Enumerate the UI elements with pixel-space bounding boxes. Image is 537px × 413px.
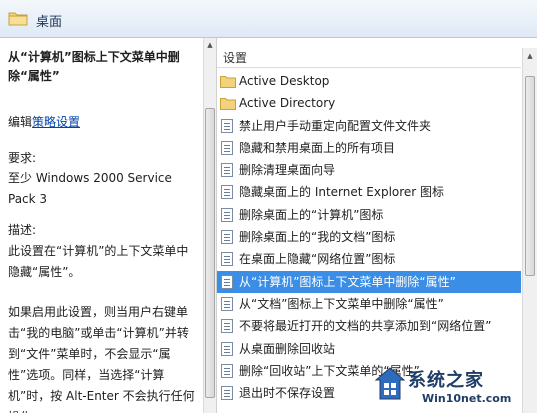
- description-detail: 如果启用此设置，则当用户右键单击“我的电脑”或单击“计算机”并转到“文件”菜单时…: [8, 305, 195, 413]
- folder-icon: [220, 76, 236, 88]
- policy-setting-icon: [221, 319, 233, 334]
- description-label: 描述:: [8, 223, 37, 237]
- edit-prefix: 编辑: [8, 115, 33, 129]
- edit-line: 编辑策略设置: [8, 113, 80, 130]
- list-item[interactable]: 从桌面删除回收站: [217, 338, 521, 360]
- list-item-selected[interactable]: 从“计算机”图标上下文菜单中删除“属性”: [217, 270, 521, 293]
- list-item[interactable]: 删除桌面上的“计算机”图标: [217, 204, 521, 226]
- scrollbar-thumb[interactable]: [525, 76, 535, 276]
- list-item[interactable]: 隐藏和禁用桌面上的所有项目: [217, 137, 521, 159]
- list-item-label: 从“计算机”图标上下文菜单中删除“属性”: [239, 274, 456, 289]
- folder-icon: [8, 12, 28, 26]
- list-item-label: 删除清理桌面向导: [239, 163, 336, 178]
- policy-setting-icon: [221, 341, 233, 356]
- policy-setting-icon: [221, 230, 233, 245]
- list-item-label: 隐藏和禁用桌面上的所有项目: [239, 140, 396, 155]
- list-item[interactable]: Active Desktop: [217, 70, 521, 92]
- list-item[interactable]: 删除清理桌面向导: [217, 159, 521, 181]
- watermark: 系统之家 Win10net.com: [370, 360, 537, 413]
- list-item[interactable]: 不要将最近打开的文档的共享添加到“网络位置”: [217, 315, 521, 337]
- list-item-label: 不要将最近打开的文档的共享添加到“网络位置”: [239, 319, 492, 334]
- scroll-up-icon[interactable]: ▲: [205, 39, 215, 52]
- policy-setting-icon: [221, 363, 233, 378]
- description-value: 此设置在“计算机”的上下文菜单中隐藏“属性”。: [8, 244, 189, 279]
- list-item[interactable]: 在桌面上隐藏“网络位置”图标: [217, 248, 521, 270]
- list-item-label: 从“文档”图标上下文菜单中删除“属性”: [239, 296, 444, 311]
- policy-setting-icon: [221, 386, 233, 401]
- list-item-label: Active Desktop: [239, 74, 330, 88]
- folder-icon: [220, 98, 236, 111]
- list-item-label: Active Directory: [239, 96, 336, 111]
- requirements-label: 要求:: [8, 151, 37, 165]
- watermark-brand: 系统之家: [408, 370, 484, 391]
- list-item[interactable]: 从“文档”图标上下文菜单中删除“属性”: [217, 293, 521, 315]
- description-scrollbar[interactable]: ▲: [203, 38, 216, 413]
- breadcrumb-title: 桌面: [36, 15, 63, 30]
- list-item-label: 退出时不保存设置: [239, 386, 336, 401]
- scrollbar-thumb[interactable]: [205, 108, 215, 398]
- edit-policy-link[interactable]: 策略设置: [32, 115, 80, 129]
- policy-setting-icon: [221, 296, 233, 311]
- list-item[interactable]: Active Directory: [217, 92, 521, 114]
- list-item-label: 在桌面上隐藏“网络位置”图标: [239, 252, 396, 267]
- list-item-label: 删除桌面上的“计算机”图标: [239, 207, 384, 222]
- settings-list: Active Desktop Active Directory 禁止用户手动重定…: [217, 70, 521, 404]
- description-pane: 从“计算机”图标上下文菜单中删除“属性” 编辑策略设置 要求: 至少 Windo…: [0, 38, 204, 413]
- policy-setting-icon: [221, 118, 233, 133]
- policy-setting-icon: [221, 185, 233, 200]
- scroll-up-icon[interactable]: ▲: [525, 50, 535, 63]
- policy-setting-icon: [221, 163, 233, 178]
- settings-scrollbar[interactable]: ▲: [522, 48, 537, 413]
- list-item-label: 隐藏桌面上的 Internet Explorer 图标: [239, 185, 445, 200]
- policy-title: 从“计算机”图标上下文菜单中删除“属性”: [8, 50, 180, 83]
- requirements-value: 至少 Windows 2000 Service Pack 3: [8, 171, 172, 206]
- list-item[interactable]: 删除桌面上的“我的文档”图标: [217, 226, 521, 248]
- column-header-settings[interactable]: 设置: [217, 48, 521, 68]
- policy-setting-icon: [221, 207, 233, 222]
- list-item[interactable]: 隐藏桌面上的 Internet Explorer 图标: [217, 181, 521, 203]
- header-bar: 桌面: [0, 0, 537, 38]
- policy-setting-icon: [221, 140, 233, 155]
- house-logo-icon: [374, 367, 406, 400]
- list-item-label: 禁止用户手动重定向配置文件文件夹: [239, 118, 432, 133]
- list-item-label: 删除桌面上的“我的文档”图标: [239, 230, 396, 245]
- list-item[interactable]: 禁止用户手动重定向配置文件文件夹: [217, 115, 521, 137]
- policy-setting-icon: [221, 252, 233, 267]
- settings-pane: 设置 Active Desktop Active Directory 禁止用户手…: [216, 38, 537, 413]
- watermark-site: Win10net.com: [422, 392, 512, 405]
- policy-setting-icon: [221, 274, 233, 289]
- list-item-label: 从桌面删除回收站: [239, 341, 336, 356]
